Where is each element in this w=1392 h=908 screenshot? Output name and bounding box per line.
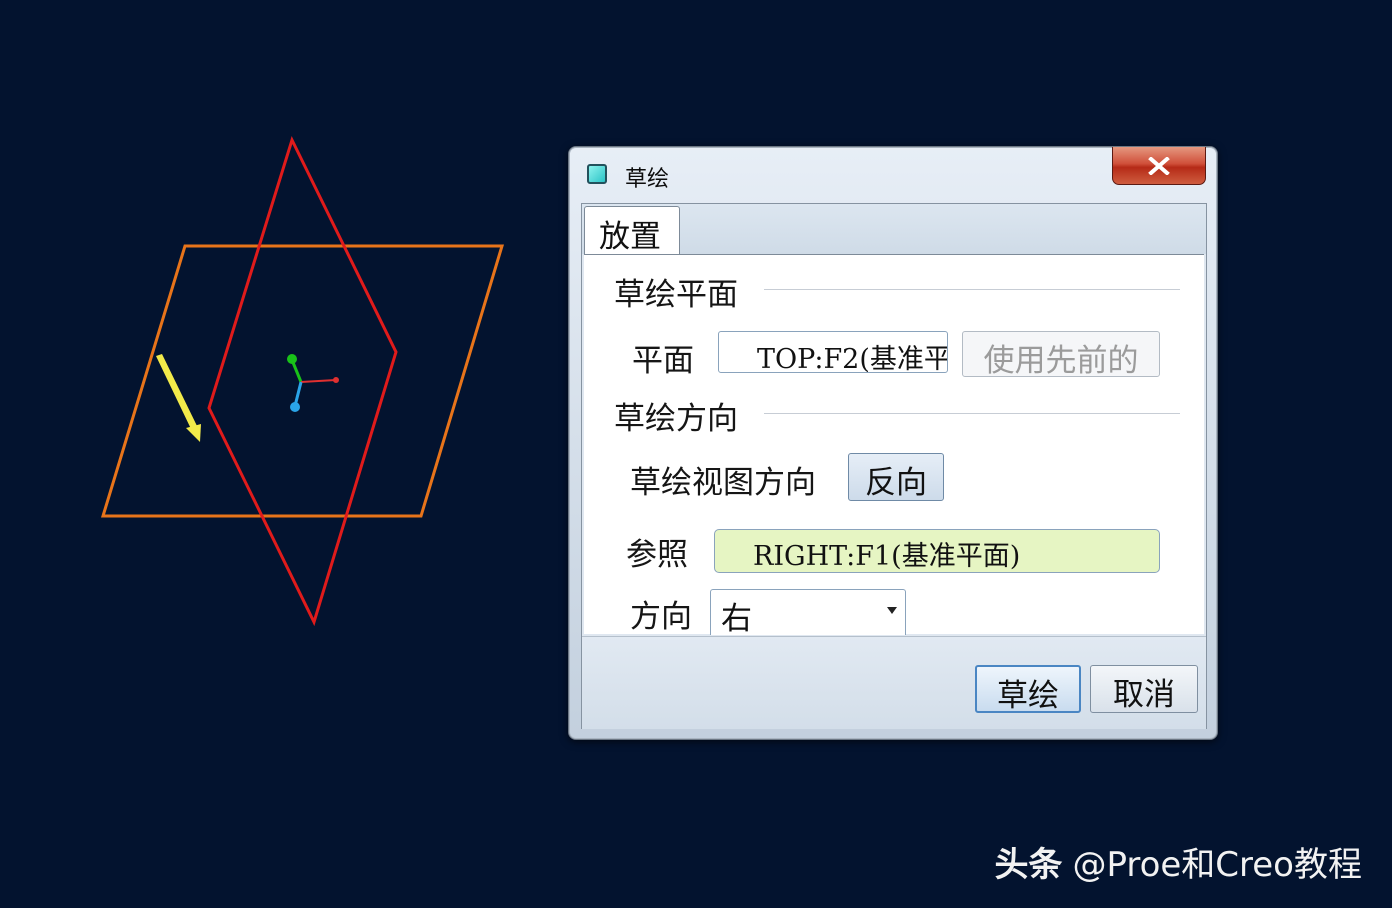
tab-strip: 放置: [582, 204, 1206, 256]
tab-placement[interactable]: 放置: [584, 206, 680, 256]
close-icon: [1148, 156, 1170, 175]
sketch-dialog: 草绘 放置 草绘平面 平面 TOP:F2(基准平面) 使用先前的 草绘方向 草绘…: [568, 146, 1218, 740]
direction-arrow-icon[interactable]: [156, 354, 201, 442]
coordinate-system-icon: [287, 354, 339, 412]
use-previous-button[interactable]: 使用先前的: [962, 331, 1160, 379]
placement-panel: 草绘平面 平面 TOP:F2(基准平面) 使用先前的 草绘方向 草绘视图方向 反…: [584, 254, 1204, 637]
orientation-select-value: 右: [721, 601, 752, 637]
dialog-footer: 草绘 取消: [582, 636, 1206, 729]
watermark: 头条 @Proe和Creo教程: [994, 837, 1362, 886]
watermark-brand: 头条: [994, 845, 1063, 885]
reference-collector-field[interactable]: RIGHT:F1(基准平面): [714, 529, 1160, 573]
flip-direction-button[interactable]: 反向: [848, 453, 944, 501]
plane-label: 平面: [632, 343, 694, 379]
sketch-orientation-section-label: 草绘方向: [614, 401, 738, 437]
close-button[interactable]: [1112, 147, 1206, 185]
watermark-handle: @Proe和Creo教程: [1072, 845, 1362, 885]
sketch-window-icon: [587, 164, 607, 184]
dialog-client-area: 放置 草绘平面 平面 TOP:F2(基准平面) 使用先前的 草绘方向 草绘视图方…: [581, 203, 1207, 729]
section-divider: [764, 289, 1180, 290]
sketch-button[interactable]: 草绘: [975, 665, 1081, 714]
orientation-select[interactable]: 右: [710, 589, 906, 637]
sketch-plane-section-label: 草绘平面: [614, 277, 738, 313]
reference-label: 参照: [626, 537, 688, 573]
cancel-button[interactable]: 取消: [1090, 665, 1198, 713]
section-divider: [764, 413, 1180, 414]
dialog-titlebar[interactable]: 草绘: [569, 147, 1217, 201]
view-direction-label: 草绘视图方向: [630, 465, 816, 501]
plane-collector-field[interactable]: TOP:F2(基准平面): [718, 331, 948, 373]
dialog-title: 草绘: [625, 167, 670, 192]
chevron-down-icon[interactable]: [887, 607, 897, 614]
orientation-label: 方向: [630, 599, 692, 635]
